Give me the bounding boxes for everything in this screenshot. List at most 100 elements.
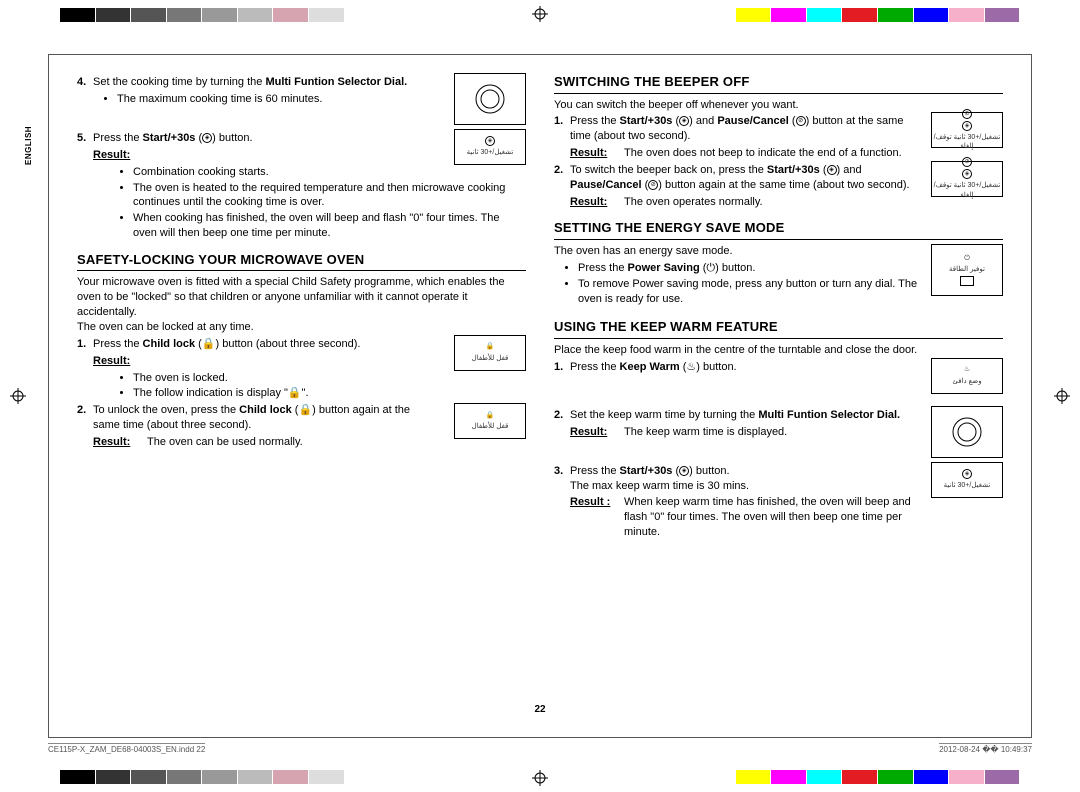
bold-text: Child lock [239,404,292,416]
bullet: The maximum cooking time is 60 minutes. [117,92,438,107]
pause-icon: ⊘ [962,157,972,167]
text: Press the [93,338,143,350]
text: Set the cooking time by turning the [93,76,265,88]
step-5: 5. Press the Start/+30s (◈) button. [77,131,446,146]
lock-icon: 🔒 [202,338,216,350]
bold-text: Keep Warm [620,361,680,373]
beep-step-1: 1. Press the Start/+30s (◈) and Pause/Ca… [554,114,923,144]
result-text: The oven does not beep to indicate the e… [624,146,923,161]
step-number: 1. [554,360,570,375]
figure-start30-icon: ◈ تشغيل/+30 ثانية [931,462,1003,498]
diamond-icon: ◈ [679,116,689,126]
page-frame: ENGLISH 4. Set the cooking time by turni… [48,54,1032,738]
result-text: When keep warm time has finished, the ov… [624,495,923,540]
result-text: The oven operates normally. [624,195,923,210]
text: To unlock the oven, press the [93,404,239,416]
text: Press the [570,115,620,127]
step-4: 4. Set the cooking time by turning the M… [77,75,446,109]
step-number: 2. [554,163,570,193]
text: Press the [570,361,620,373]
registration-mark-icon [532,6,548,22]
fig-label: تشغيل/+30 ثانية [944,481,991,490]
diamond-icon: ◈ [962,121,972,131]
kw-step-1: 1. Press the Keep Warm (♨) button. [554,360,923,375]
figure-powersave-icon: ⏻توفير الطاقة [931,244,1003,296]
footer-timestamp: 2012-08-24 �� 10:49:37 [939,743,1032,756]
result-label: Result: [554,146,624,161]
bold-text: Pause/Cancel [717,115,789,127]
figure-lock-icon: 🔒قفل للأطفال [454,335,526,371]
lock-icon: 🔒 [486,411,495,420]
bold-text: Start/+30s [620,115,673,127]
result-label: Result: [77,435,147,450]
bold-text: Start/+30s [620,465,673,477]
figure-buttons-icon: ⊘ ◈تشغيل/+30 ثانية توقف/إلغاء [931,161,1003,197]
powersave-icon: ⏻ [706,262,715,274]
left-column: 4. Set the cooking time by turning the M… [77,73,526,699]
text: Press the [570,465,620,477]
figure-buttons-icon: ⊘ ◈تشغيل/+30 ثانية توقف/إلغاء [931,112,1003,148]
diamond-icon: ◈ [679,466,689,476]
bullet: The follow indication is display "🔒". [133,386,526,401]
kw-step-3: 3. Press the Start/+30s (◈) button.The m… [554,464,923,494]
text: and [840,164,861,176]
step-number: 2. [554,408,570,423]
step-number: 5. [77,131,93,146]
text: button. [216,132,253,144]
text: button. [693,465,730,477]
result-label: Result: [93,355,130,367]
text: Set the keep warm time by turning the [570,409,758,421]
step-number: 4. [77,75,93,109]
registration-mark-icon [10,388,26,404]
diamond-icon: ◈ [827,165,837,175]
heading-keep-warm: USING THE KEEP WARM FEATURE [554,318,1003,339]
paragraph: Place the keep food warm in the centre o… [554,343,1003,358]
step-number: 3. [554,464,570,494]
heading-beeper: SWITCHING THE BEEPER OFF [554,73,1003,94]
bold-text: Start/+30s [143,132,196,144]
bold-text: Child lock [143,338,196,350]
step-number: 1. [77,337,93,352]
fig-label: تشغيل/+30 ثانية توقف/إلغاء [932,181,1002,200]
step-number: 2. [77,403,93,433]
result-label: Result: [554,425,624,440]
print-footer: CE115P-X_ZAM_DE68-04003S_EN.indd 22 2012… [48,743,1032,756]
text: Press the [93,132,143,144]
paragraph: The oven can be locked at any time. [77,320,526,335]
lock-icon: 🔒 [298,404,312,416]
text: button. [700,361,737,373]
fig-label: تشغيل/+30 ثانية توقف/إلغاء [932,133,1002,152]
bold-text: Pause/Cancel [570,179,642,191]
bullet: The oven is locked. [133,371,526,386]
diamond-icon: ◈ [202,133,212,143]
text: The max keep warm time is 30 mins. [570,480,749,492]
result-label: Result: [93,149,130,161]
figure-dial-icon [454,73,526,125]
language-tab: ENGLISH [24,126,35,165]
bold-text: Start/+30s [767,164,820,176]
lock-step-2: 2. To unlock the oven, press the Child l… [77,403,446,433]
bullet: Combination cooking starts. [133,165,526,180]
diamond-icon: ◈ [962,169,972,179]
result-label: Result : [554,495,624,540]
fig-label: تشغيل/+30 ثانية [467,148,514,157]
pause-icon: ⊘ [796,116,806,126]
diamond-icon: ◈ [485,136,495,146]
diamond-icon: ◈ [962,469,972,479]
powersave-icon: ⏻ [964,254,970,263]
right-column: SWITCHING THE BEEPER OFF You can switch … [554,73,1003,699]
registration-mark-icon [532,770,548,786]
keepwarm-icon: ♨ [964,365,970,374]
fig-label: وضع دافئ [952,377,981,386]
step-number: 1. [554,114,570,144]
paragraph: Your microwave oven is fitted with a spe… [77,275,526,320]
figure-keepwarm-icon: ♨ وضع دافئ [931,358,1003,394]
page-number: 22 [77,703,1003,717]
heading-safety-locking: SAFETY-LOCKING YOUR MICROWAVE OVEN [77,251,526,272]
text: and [693,115,717,127]
fig-label: قفل للأطفال [472,422,509,431]
fig-label: قفل للأطفال [472,354,509,363]
bold-text: Multi Funtion Selector Dial. [265,76,407,88]
registration-mark-icon [1054,388,1070,404]
bullet: When cooking has finished, the oven will… [133,211,526,241]
